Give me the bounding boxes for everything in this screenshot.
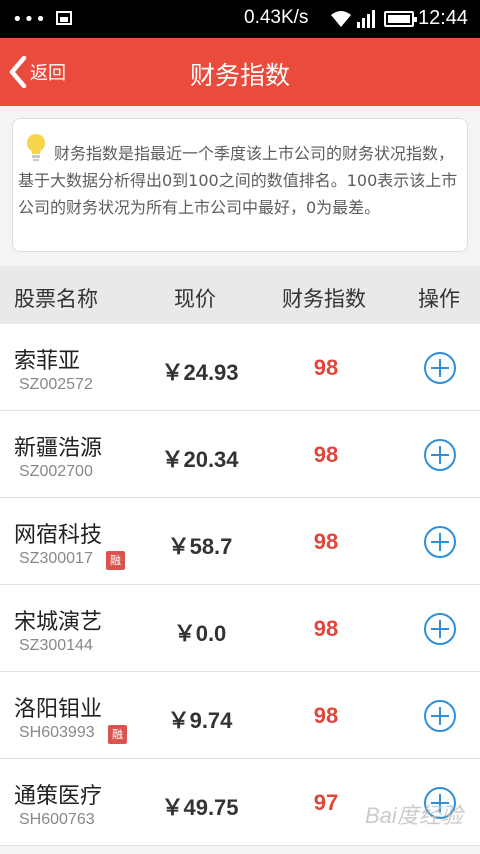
stock-price: ￥20.34 (161, 447, 239, 472)
stock-price: ￥24.93 (161, 360, 239, 385)
column-header-name: 股票名称 (14, 287, 98, 311)
finance-score: 97 (313, 790, 339, 815)
stock-code: SZ002572 (19, 376, 93, 393)
signal-icon (357, 10, 375, 28)
stock-row[interactable]: 洛阳钼业 SH603993 融 ￥9.74 98 (0, 672, 480, 759)
finance-score: 98 (313, 616, 339, 641)
finance-score: 98 (313, 355, 339, 380)
app-header: 返回 财务指数 (0, 38, 480, 106)
column-header-score: 财务指数 (282, 287, 366, 311)
stock-name: 洛阳钼业 (14, 697, 103, 722)
add-icon[interactable] (423, 699, 457, 733)
clock: 12:44 (418, 7, 469, 29)
margin-badge: 融 (106, 551, 125, 570)
stock-row[interactable]: 新疆浩源 SZ002700 ￥20.34 98 (0, 411, 480, 498)
stock-name: 网宿科技 (14, 523, 103, 548)
stock-code: SH603993 (19, 724, 95, 741)
stock-price: ￥58.7 (167, 534, 233, 559)
stock-name: 新疆浩源 (14, 436, 103, 461)
stock-list: 索菲亚 SZ002572 ￥24.93 98 新疆浩源 SZ002700 ￥20… (0, 324, 480, 846)
stock-row[interactable]: 宋城演艺 SZ300144 ￥0.0 98 (0, 585, 480, 672)
stock-code: SZ300017 (19, 550, 93, 567)
table-header: 股票名称 现价 财务指数 操作 (0, 266, 480, 324)
stock-name: 宋城演艺 (14, 610, 103, 635)
finance-score: 98 (313, 442, 339, 467)
stock-code: SZ002700 (19, 463, 93, 480)
info-text: 财务指数是指最近一个季度该上市公司的财务状况指数，基于大数据分析得出0到100之… (18, 144, 458, 217)
stock-name: 索菲亚 (14, 349, 81, 374)
add-icon[interactable] (423, 351, 457, 385)
status-bar: ••• 0.43K/s 12:44 (0, 0, 480, 38)
watermark: Bai度经验 (365, 803, 463, 828)
add-icon[interactable] (423, 438, 457, 472)
finance-score: 98 (313, 703, 339, 728)
finance-score: 98 (313, 529, 339, 554)
battery-icon (384, 11, 417, 27)
stock-price: ￥0.0 (173, 621, 227, 646)
stock-code: SH600763 (19, 811, 95, 828)
column-header-price: 现价 (174, 287, 216, 311)
wifi-icon (331, 11, 351, 27)
add-icon[interactable] (423, 612, 457, 646)
stock-row[interactable]: 索菲亚 SZ002572 ￥24.93 98 (0, 324, 480, 411)
page-title: 财务指数 (189, 61, 290, 90)
info-box: 财务指数是指最近一个季度该上市公司的财务状况指数，基于大数据分析得出0到100之… (12, 118, 468, 252)
stock-row[interactable]: 网宿科技 SZ300017 融 ￥58.7 98 (0, 498, 480, 585)
stock-name: 通策医疗 (14, 784, 103, 809)
network-speed: 0.43K/s (244, 7, 309, 28)
more-dots-icon: ••• (12, 9, 47, 30)
stock-code: SZ300144 (19, 637, 93, 654)
stock-price: ￥9.74 (167, 708, 233, 733)
add-icon[interactable] (423, 525, 457, 559)
margin-badge: 融 (108, 725, 127, 744)
image-notification-icon (56, 11, 72, 25)
column-header-action: 操作 (418, 287, 460, 311)
stock-price: ￥49.75 (161, 795, 239, 820)
